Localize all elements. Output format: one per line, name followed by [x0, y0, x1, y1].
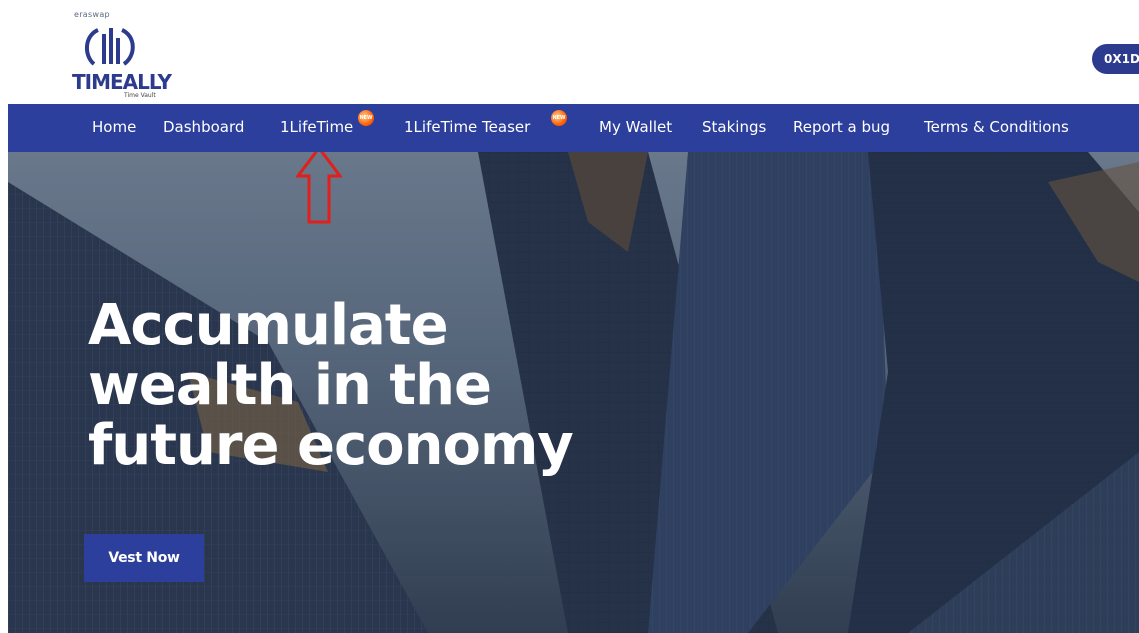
- hero-headline: Accumulate wealth in the future economy: [88, 296, 728, 476]
- red-up-arrow-icon: [296, 152, 342, 224]
- nav-item-stakings[interactable]: Stakings: [702, 118, 766, 136]
- nav-item-report-bug[interactable]: Report a bug: [793, 118, 890, 136]
- nav-item-1lifetime[interactable]: 1LifeTime: [280, 118, 353, 136]
- headline-line: Accumulate: [88, 293, 449, 358]
- site-header: eraswap TIMEALLY Time Vault 0X1D: [0, 0, 1139, 104]
- nav-item-terms[interactable]: Terms & Conditions: [924, 118, 1069, 136]
- headline-line: wealth in the: [88, 353, 492, 418]
- nav-item-home[interactable]: Home: [92, 118, 136, 136]
- new-badge-icon: NEW: [551, 110, 567, 126]
- brand-name: TIMEALLY: [72, 70, 172, 94]
- nav-item-dashboard[interactable]: Dashboard: [163, 118, 244, 136]
- timeally-logo-icon: [85, 28, 135, 66]
- headline-line: future economy: [88, 413, 574, 478]
- wallet-address-button[interactable]: 0X1D: [1092, 44, 1139, 74]
- new-badge-icon: NEW: [358, 110, 374, 126]
- brand-subtitle: Time Vault: [124, 92, 156, 99]
- vest-now-button[interactable]: Vest Now: [84, 534, 204, 582]
- nav-item-1lifetime-teaser[interactable]: 1LifeTime Teaser: [404, 118, 530, 136]
- timeally-logo[interactable]: eraswap TIMEALLY Time Vault: [68, 10, 178, 100]
- nav-item-my-wallet[interactable]: My Wallet: [599, 118, 672, 136]
- eraswap-label: eraswap: [74, 10, 110, 19]
- main-navbar: Home Dashboard 1LifeTime NEW 1LifeTime T…: [8, 104, 1139, 152]
